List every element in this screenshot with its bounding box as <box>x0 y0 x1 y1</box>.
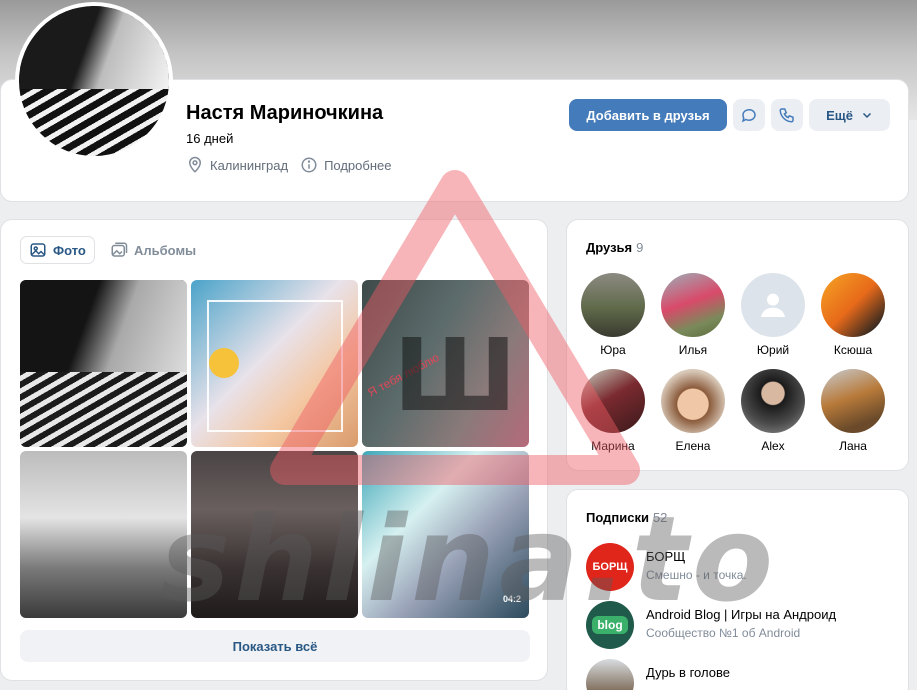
friend-name: Елена <box>675 439 711 453</box>
profile-meta: Калининград Подробнее <box>186 156 391 174</box>
add-friend-button[interactable]: Добавить в друзья <box>569 99 727 131</box>
friend-name: Илья <box>678 343 708 357</box>
friend-item[interactable]: Ксюша <box>813 273 893 357</box>
friend-item[interactable]: Юра <box>573 273 653 357</box>
subscription-avatar <box>586 659 634 690</box>
friends-count: 9 <box>636 240 644 255</box>
city-item: Калининград <box>186 156 288 174</box>
more-label: Ещё <box>826 107 853 123</box>
friend-item[interactable]: Юрий <box>733 273 813 357</box>
subscription-desc: Смешно - и точка. <box>646 568 747 582</box>
subscriptions-card: Подписки 52 БОРЩ БОРЩ Смешно - и точка. b… <box>566 489 909 690</box>
friends-title-label: Друзья <box>586 240 633 255</box>
friend-avatar <box>741 273 805 337</box>
subscriptions-title-label: Подписки <box>586 510 649 525</box>
friend-avatar <box>581 273 645 337</box>
friend-avatar <box>741 369 805 433</box>
subscription-name: Android Blog | Игры на Андроид <box>646 607 837 622</box>
friend-item[interactable]: Лана <box>813 369 893 453</box>
subscription-desc: Сообщество №1 об Android <box>646 626 801 640</box>
subscription-item[interactable]: БОРЩ БОРЩ Смешно - и точка. <box>586 543 747 591</box>
chevron-down-icon <box>862 112 871 119</box>
friend-avatar <box>661 273 725 337</box>
friend-name: Марина <box>591 439 635 453</box>
emoji-icon <box>209 348 239 378</box>
location-icon <box>188 156 202 173</box>
subscription-info: БОРЩ Смешно - и точка. <box>646 543 747 582</box>
message-icon <box>741 108 756 123</box>
friend-name: Ксюша <box>833 343 873 357</box>
subscription-name: Дурь в голове <box>646 665 730 680</box>
borsch-logo-text: БОРЩ <box>592 561 628 573</box>
photo-timestamp: 04:2 <box>502 594 521 604</box>
profile-status: 16 дней <box>186 131 234 146</box>
phone-icon <box>779 108 794 123</box>
photo-thumbnail[interactable] <box>191 280 358 447</box>
friend-avatar <box>581 369 645 433</box>
friend-item[interactable]: Alex <box>733 369 813 453</box>
friend-name: Юрий <box>756 343 790 357</box>
photo-thumbnail[interactable] <box>191 451 358 618</box>
call-button[interactable] <box>771 99 803 131</box>
info-icon <box>301 157 317 173</box>
friend-item[interactable]: Марина <box>573 369 653 453</box>
android-blog-logo-text: blog <box>592 616 628 634</box>
friend-name: Лана <box>839 439 867 453</box>
photo-thumbnail[interactable] <box>20 280 187 447</box>
friend-avatar <box>821 369 885 433</box>
subscription-name: БОРЩ <box>646 549 686 564</box>
user-placeholder-icon <box>761 293 785 317</box>
subscription-item[interactable]: blog Android Blog | Игры на Андроид Сооб… <box>586 601 836 649</box>
show-all-photos-button[interactable]: Показать всё <box>20 630 530 662</box>
friend-name: Юра <box>600 343 626 357</box>
photo-overlay-text: Я тебя люблю <box>365 350 442 400</box>
city-label: Калининград <box>210 157 289 173</box>
friend-name: Alex <box>761 439 785 453</box>
photos-card: Фото Альбомы Я тебя люблю 04:2 Показать … <box>0 219 548 681</box>
tab-albums-label: Альбомы <box>134 242 197 258</box>
friend-avatar <box>661 369 725 433</box>
albums-icon <box>111 242 128 257</box>
subscriptions-count: 52 <box>652 510 668 525</box>
photo-icon <box>30 243 46 257</box>
photo-thumbnail[interactable]: 04:2 <box>362 451 529 618</box>
android-blog-logo: blog <box>586 601 634 649</box>
subscriptions-title[interactable]: Подписки 52 <box>586 510 667 525</box>
friend-item[interactable]: Елена <box>653 369 733 453</box>
friends-title[interactable]: Друзья 9 <box>586 240 643 255</box>
friend-item[interactable]: Илья <box>653 273 733 357</box>
borsch-logo: БОРЩ <box>586 543 634 591</box>
photo-thumbnail[interactable]: Я тебя люблю <box>362 280 529 447</box>
tab-photos-label: Фото <box>53 242 86 258</box>
message-button[interactable] <box>733 99 765 131</box>
profile-name: Настя Мариночкина <box>186 102 384 124</box>
subscription-info: Android Blog | Игры на Андроид Сообществ… <box>646 601 836 640</box>
more-button[interactable]: Ещё <box>809 99 890 131</box>
friend-avatar <box>821 273 885 337</box>
friends-card: Друзья 9 Юра Илья Юрий Ксюша Марина Елена… <box>566 219 909 471</box>
subscription-item[interactable]: Дурь в голове <box>586 659 730 690</box>
subscription-info: Дурь в голове <box>646 659 730 680</box>
details-label: Подробнее <box>324 157 392 173</box>
profile-avatar[interactable] <box>15 2 173 160</box>
photo-thumbnail[interactable] <box>20 451 187 618</box>
tab-albums[interactable]: Альбомы <box>102 236 204 264</box>
tab-photos[interactable]: Фото <box>20 236 95 264</box>
details-link[interactable]: Подробнее <box>300 156 391 174</box>
